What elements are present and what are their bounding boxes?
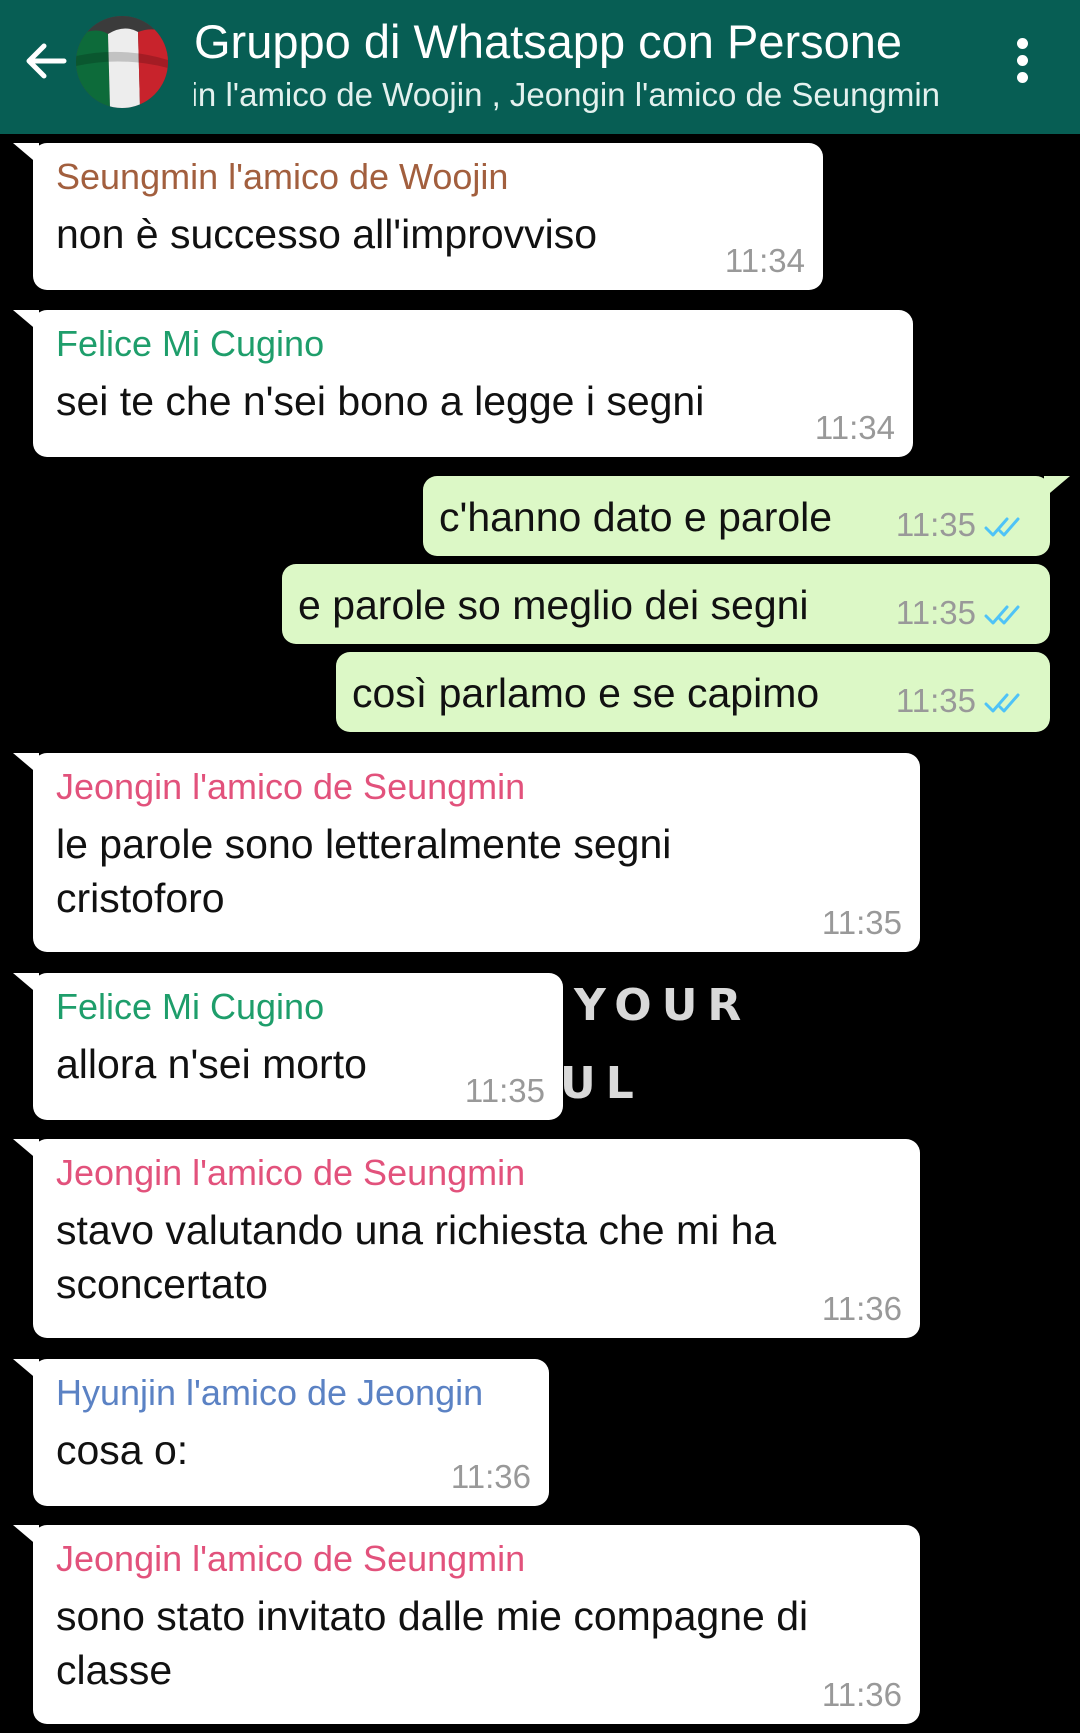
read-receipt-icon: [984, 605, 1020, 625]
wallpaper-text: YOUR: [574, 980, 752, 1031]
message-bubble-incoming[interactable]: Jeongin l'amico de Seungmin sono stato i…: [13, 1525, 920, 1724]
chat-header: Gruppo di Whatsapp con Persone Felice Mi…: [0, 0, 1080, 134]
message-sender[interactable]: Jeongin l'amico de Seungmin: [56, 1151, 902, 1195]
read-receipt-icon: [984, 517, 1020, 537]
message-time: 11:34: [724, 242, 805, 279]
message-time: 11:35: [821, 904, 902, 941]
chat-participants[interactable]: Felice Mi Cugino, Seungmin l'amico de Wo…: [194, 76, 940, 114]
group-avatar[interactable]: [76, 16, 168, 108]
read-receipt-icon: [984, 693, 1020, 713]
message-sender[interactable]: Jeongin l'amico de Seungmin: [56, 765, 902, 809]
message-time: 11:34: [814, 409, 895, 446]
message-bubble-incoming[interactable]: Jeongin l'amico de Seungmin le parole so…: [13, 753, 920, 952]
message-bubble-incoming[interactable]: Felice Mi Cugino sei te che n'sei bono a…: [13, 310, 913, 457]
message-bubble-incoming[interactable]: Jeongin l'amico de Seungmin stavo valuta…: [13, 1139, 920, 1338]
message-time: 11:36: [450, 1458, 531, 1495]
message-sender[interactable]: Felice Mi Cugino: [56, 322, 895, 366]
message-bubble-outgoing[interactable]: e parole so meglio dei segni 11:35: [282, 564, 1050, 644]
message-bubble-incoming[interactable]: Felice Mi Cugino allora n'sei morto 11:3…: [13, 973, 563, 1120]
message-time-status: 11:35: [896, 682, 1028, 720]
message-bubble-incoming[interactable]: Hyunjin l'amico de Jeongin cosa o: 11:36: [13, 1359, 549, 1506]
wallpaper-text: UL: [560, 1058, 644, 1109]
message-time-status: 11:35: [896, 594, 1028, 632]
message-text: sono stato invitato dalle mie compagne d…: [56, 1593, 809, 1693]
message-sender[interactable]: Felice Mi Cugino: [56, 985, 545, 1029]
message-text: sei te che n'sei bono a legge i segni: [56, 378, 705, 424]
message-sender[interactable]: Jeongin l'amico de Seungmin: [56, 1537, 902, 1581]
message-time: 11:36: [821, 1676, 902, 1713]
message-text: le parole sono letteralmente segni crist…: [56, 821, 672, 921]
message-text: stavo valutando una richiesta che mi ha …: [56, 1207, 777, 1307]
message-time-status: 11:35: [896, 506, 1028, 544]
italian-flag-icon: [76, 16, 168, 108]
chat-title[interactable]: Gruppo di Whatsapp con Persone: [194, 14, 954, 69]
message-text: non è successo all'improvviso: [56, 211, 598, 257]
message-sender[interactable]: Hyunjin l'amico de Jeongin: [56, 1371, 531, 1415]
message-time: 11:36: [821, 1290, 902, 1327]
message-bubble-outgoing[interactable]: c'hanno dato e parole 11:35: [423, 476, 1070, 556]
message-time: 11:35: [464, 1072, 545, 1109]
arrow-left-icon[interactable]: [20, 36, 70, 86]
message-sender[interactable]: Seungmin l'amico de Woojin: [56, 155, 805, 199]
message-bubble-outgoing[interactable]: così parlamo e se capimo 11:35: [336, 652, 1050, 732]
message-bubble-incoming[interactable]: Seungmin l'amico de Woojin non è success…: [13, 143, 823, 290]
more-vertical-icon[interactable]: [1002, 38, 1042, 88]
